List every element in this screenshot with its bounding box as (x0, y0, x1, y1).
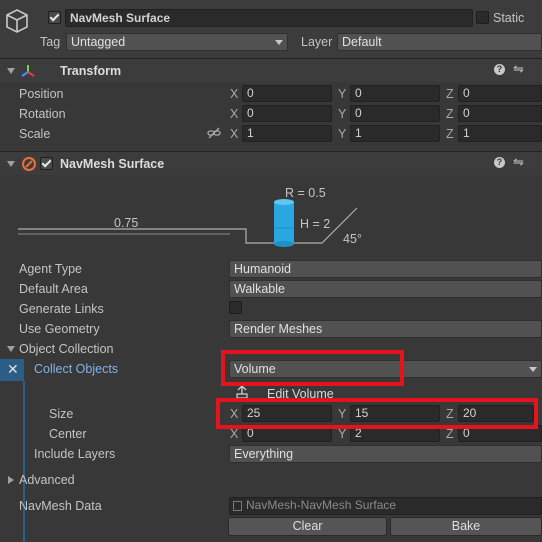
tag-label: Tag (40, 35, 61, 49)
default-area-value: Walkable (234, 282, 285, 296)
transform-title: Transform (60, 64, 122, 78)
position-z-axis: Z (446, 87, 454, 101)
rotation-z-field[interactable]: 0 (458, 105, 542, 122)
rotation-x-axis: X (230, 107, 239, 121)
generate-links-label: Generate Links (19, 302, 104, 316)
use-geometry-label: Use Geometry (19, 322, 100, 336)
rotation-label: Rotation (19, 107, 66, 121)
diagram-slope-label: 45° (343, 232, 362, 246)
position-x-field[interactable]: 0 (242, 85, 332, 102)
center-z-axis: Z (446, 427, 454, 441)
rotation-z-axis: Z (446, 107, 454, 121)
object-collection-label: Object Collection (19, 342, 114, 356)
navmesh-surface-icon (22, 157, 36, 171)
bake-button[interactable]: Bake (390, 517, 542, 536)
diagram-step-label: 0.75 (114, 216, 139, 230)
help-icon[interactable]: ? (494, 157, 505, 168)
selection-guide-line (23, 381, 25, 542)
clear-button[interactable]: Clear (228, 517, 387, 536)
tag-dropdown[interactable]: Untagged (66, 33, 288, 51)
navmesh-data-field[interactable]: NavMesh-NavMesh Surface (229, 497, 542, 515)
size-label: Size (49, 407, 74, 421)
navmesh-surface-header[interactable]: NavMesh Surface ? ⇋ (0, 151, 542, 175)
chevron-down-icon (275, 40, 283, 45)
navmesh-data-label: NavMesh Data (19, 499, 102, 513)
agent-cylinder-bottom (274, 241, 294, 247)
position-label: Position (19, 87, 64, 101)
include-layers-label: Include Layers (34, 447, 116, 461)
fold-arrow-icon (7, 68, 15, 74)
default-area-label: Default Area (19, 282, 88, 296)
scale-label: Scale (19, 127, 51, 141)
agent-type-dropdown[interactable]: Humanoid (229, 260, 542, 278)
include-layers-dropdown[interactable]: Everything (229, 445, 542, 463)
static-checkbox[interactable] (476, 11, 489, 24)
rotation-y-field[interactable]: 0 (350, 105, 440, 122)
agent-diagram (18, 199, 358, 247)
navmesh-asset-icon (233, 501, 242, 511)
advanced-fold-icon[interactable] (8, 476, 14, 484)
navmesh-data-value: NavMesh-NavMesh Surface (246, 498, 397, 512)
agent-type-label: Agent Type (19, 262, 83, 276)
advanced-label[interactable]: Advanced (19, 473, 75, 487)
navmesh-enabled-checkbox[interactable] (40, 157, 53, 170)
transform-icon (21, 65, 35, 77)
fold-arrow-icon (7, 161, 15, 167)
collect-objects-label: Collect Objects (34, 362, 119, 376)
diagram-height-label: H = 2 (300, 217, 331, 231)
static-label: Static (493, 11, 525, 25)
scale-x-field[interactable]: 1 (242, 125, 332, 142)
use-geometry-value: Render Meshes (234, 322, 323, 336)
navmesh-surface-title: NavMesh Surface (60, 157, 165, 171)
scale-z-axis: Z (446, 127, 454, 141)
layer-dropdown[interactable]: Default (337, 33, 542, 51)
scale-z-field[interactable]: 1 (458, 125, 542, 142)
position-y-axis: Y (338, 87, 347, 101)
layer-value: Default (342, 35, 382, 49)
rotation-x-field[interactable]: 0 (242, 105, 332, 122)
center-x-axis: X (230, 427, 239, 441)
generate-links-checkbox[interactable] (229, 301, 242, 314)
use-geometry-dropdown[interactable]: Render Meshes (229, 320, 542, 338)
scale-x-axis: X (230, 127, 239, 141)
link-icon[interactable] (207, 127, 221, 139)
size-highlight-box (216, 398, 538, 429)
settings-sliders-icon[interactable]: ⇋ (513, 61, 524, 77)
chevron-down-icon (529, 367, 537, 372)
collect-objects-highlight-box (221, 350, 404, 386)
tag-value: Untagged (71, 35, 126, 49)
close-icon[interactable]: ✕ (7, 361, 19, 378)
object-collection-fold-icon[interactable] (7, 346, 15, 352)
position-z-field[interactable]: 0 (458, 85, 542, 102)
help-icon[interactable]: ? (494, 64, 505, 75)
layer-label: Layer (301, 35, 333, 49)
diagram-radius-label: R = 0.5 (285, 186, 326, 200)
center-y-axis: Y (338, 427, 347, 441)
center-label: Center (49, 427, 87, 441)
position-x-axis: X (230, 87, 239, 101)
scale-y-field[interactable]: 1 (350, 125, 440, 142)
include-layers-value: Everything (234, 447, 294, 461)
agent-cylinder-body (274, 202, 294, 244)
agent-type-value: Humanoid (234, 262, 291, 276)
active-checkbox[interactable] (48, 11, 61, 24)
rotation-y-axis: Y (338, 107, 347, 121)
position-y-field[interactable]: 0 (350, 85, 440, 102)
gameobject-name-field[interactable]: NavMesh Surface (65, 9, 473, 27)
transform-header[interactable]: Transform ? ⇋ (0, 58, 542, 82)
settings-sliders-icon[interactable]: ⇋ (513, 154, 524, 170)
gameobject-cube-icon (6, 9, 28, 33)
scale-y-axis: Y (338, 127, 347, 141)
default-area-dropdown[interactable]: Walkable (229, 280, 542, 298)
